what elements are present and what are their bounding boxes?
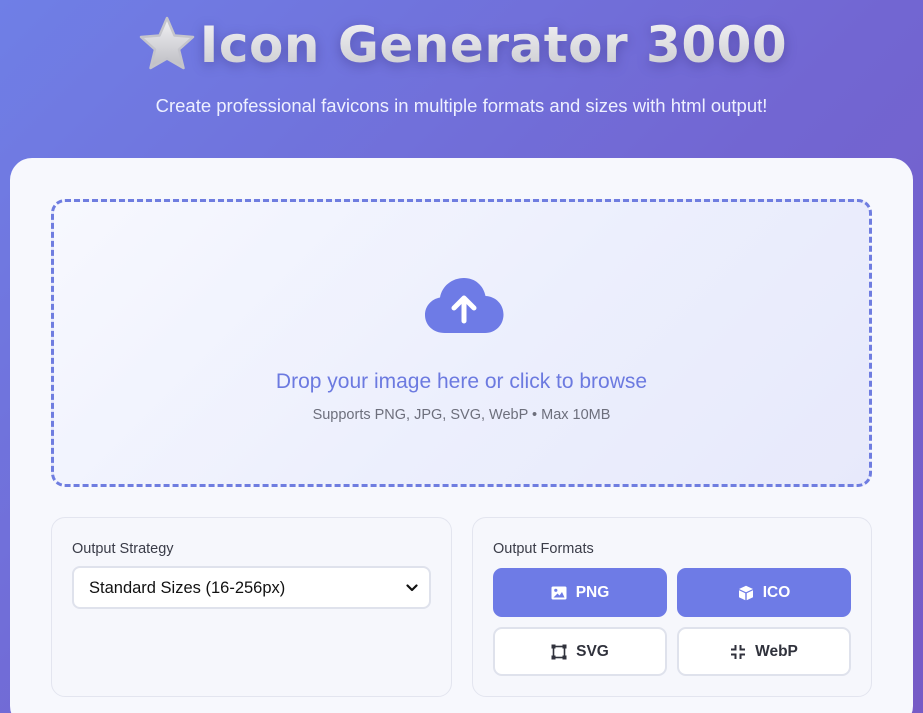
output-formats-panel: Output Formats PNG ICO SVG WebP [472, 517, 872, 697]
output-strategy-label: Output Strategy [72, 541, 174, 557]
header: Icon Generator 3000 Create professional … [0, 0, 923, 158]
main-card: Drop your image here or click to browse … [10, 158, 913, 713]
output-formats-label: Output Formats [493, 541, 594, 557]
output-strategy-value: Standard Sizes (16-256px) [89, 579, 286, 597]
chevron-down-icon [406, 584, 418, 592]
compress-icon [731, 644, 746, 659]
format-ico-label: ICO [762, 583, 791, 601]
cloud-upload-icon [425, 278, 504, 333]
page-title: Icon Generator 3000 [0, 14, 923, 76]
format-png-label: PNG [575, 583, 610, 601]
format-ico-button[interactable]: ICO [677, 568, 851, 617]
format-svg-button[interactable]: SVG [493, 627, 667, 676]
file-dropzone[interactable]: Drop your image here or click to browse … [51, 199, 872, 487]
dropzone-title: Drop your image here or click to browse [275, 370, 648, 393]
title-text: Icon Generator 3000 [199, 16, 788, 74]
subtitle: Create professional favicons in multiple… [155, 95, 768, 116]
format-png-button[interactable]: PNG [493, 568, 667, 617]
star-icon [139, 16, 195, 70]
image-icon [551, 586, 567, 599]
dropzone-subtitle: Supports PNG, JPG, SVG, WebP • Max 10MB [312, 407, 611, 423]
output-strategy-panel: Output Strategy Standard Sizes (16-256px… [51, 517, 452, 697]
format-webp-label: WebP [755, 642, 798, 660]
format-svg-label: SVG [576, 642, 609, 660]
vector-square-icon [551, 644, 567, 659]
output-strategy-select[interactable]: Standard Sizes (16-256px) [72, 566, 431, 609]
format-webp-button[interactable]: WebP [677, 627, 851, 676]
cube-icon [738, 585, 753, 600]
